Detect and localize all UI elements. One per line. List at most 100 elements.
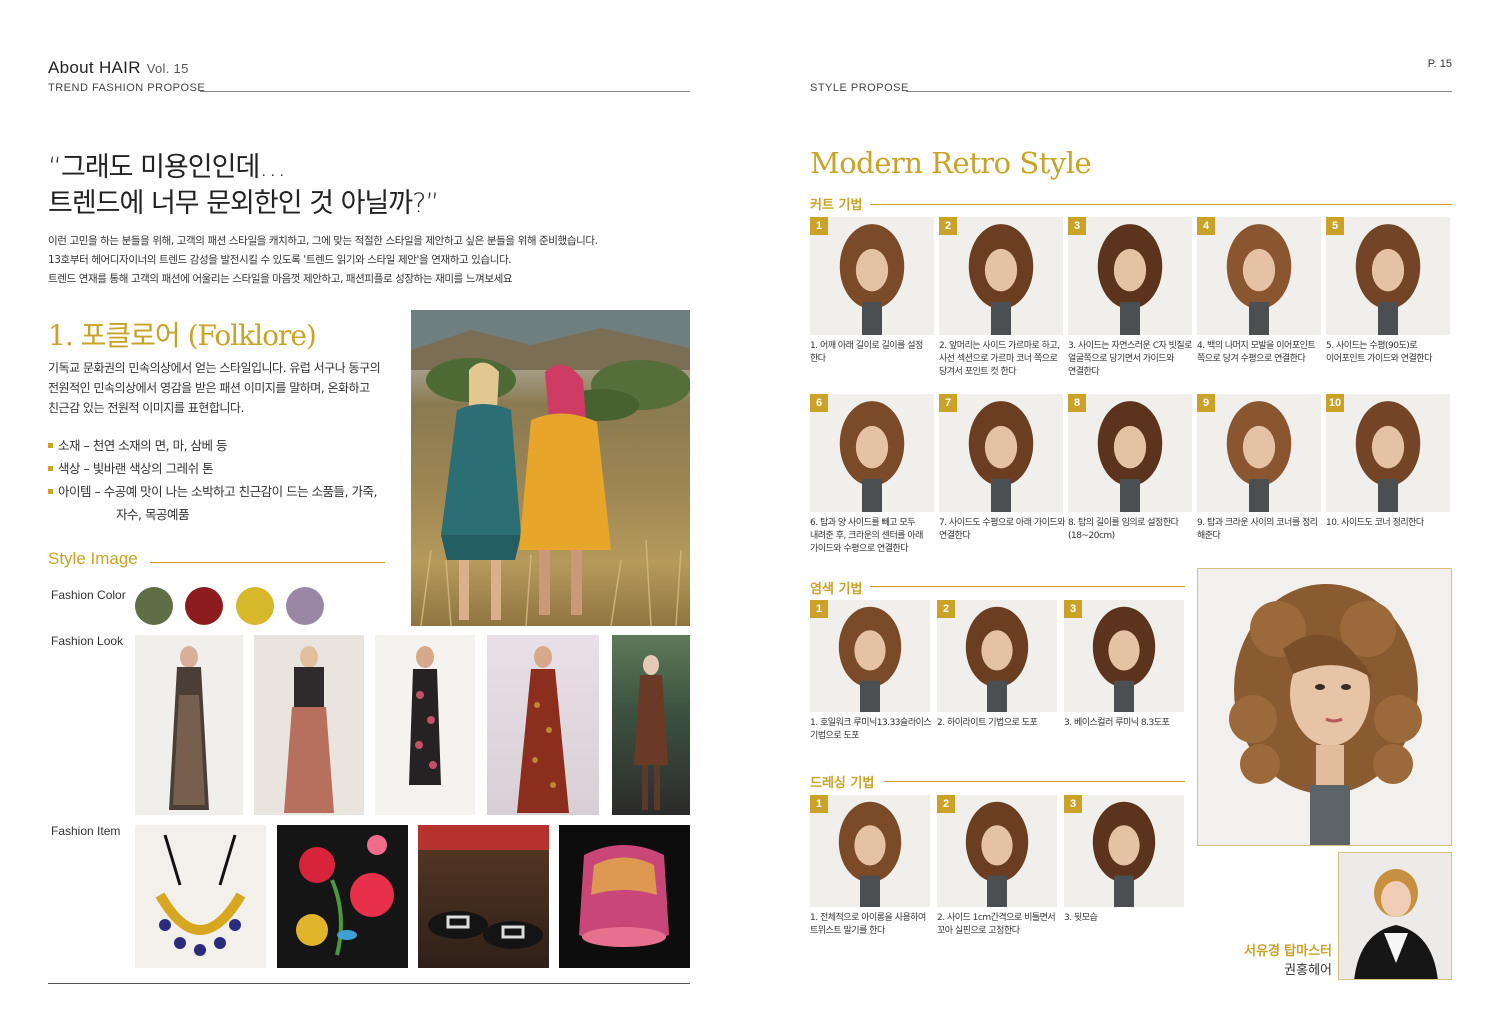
step-caption-line: 2. 사이드 1cm간격으로 비틀면서 [937,913,1056,923]
mannequin-illustration [1355,224,1421,335]
step-caption: 2. 하이라이트 기법으로 도포 [937,717,1063,730]
headline-line-1: “그래도 미용인인데… [48,152,286,183]
mannequin-illustration [838,606,902,712]
step-caption-line: 3. 뒷모습 [1064,913,1098,923]
step-number-badge: 1 [810,600,828,618]
step-number-badge: 5 [1326,217,1344,235]
step-number-badge: 1 [810,795,828,813]
step-caption-line: 2. 앞머리는 사이드 가르마로 하고, [939,341,1060,351]
step-caption-line: 기법으로 도포 [810,731,860,741]
step-photo: 7 [939,394,1063,512]
style-image-rule [150,562,385,563]
mannequin-illustration [965,606,1029,712]
step-caption: 6. 탑과 양 사이드를 빼고 모두 내려준 후, 크라운의 센터를 아래 가이드와… [810,517,940,556]
step-caption: 2. 앞머리는 사이드 가르마로 하고, 사선 섹션으로 가르마 코너 쪽으로 당겨… [939,340,1069,379]
step-caption-line: 6. 탑과 양 사이드를 빼고 모두 [810,518,915,528]
volume-label: Vol. 15 [146,61,189,76]
fashion-look-photo-3 [375,635,475,815]
color-swatch-olive [135,587,173,625]
look-1-figure [169,646,209,810]
step-photo: 10 [1326,394,1450,512]
left-section-label: TREND FASHION PROPOSE [48,82,206,94]
cut-technique-heading: 커트 기법 [810,198,863,213]
stylist-portrait [1338,852,1452,980]
headline-line-2: 트렌드에 너무 문외한인 것 아닐까?” [48,188,439,219]
cut-heading-rule [870,204,1452,205]
step-number-badge: 3 [1068,217,1086,235]
color-swatch-lavender [286,587,324,625]
list-item: 소재 – 천연 소재의 면, 마, 삼베 등 [48,434,398,457]
look-4-figure [517,646,569,813]
intro-line-3: 트렌드 연재를 통해 고객의 패션에 어울리는 스타일을 마음껏 제안하고, 패… [48,273,513,285]
step-caption-line: 해준다 [1197,531,1221,541]
list-item: 색상 – 빛바랜 색상의 그레쉬 톤 [48,457,398,480]
step-photo: 4 [1197,217,1321,335]
stylist-name: 서유경 [1244,944,1281,959]
step-caption: 3. 뒷모습 [1064,912,1190,925]
step-number-badge: 6 [810,394,828,412]
cuff-illustration [579,845,669,947]
step-caption: 1. 전체적으로 아이롱을 사용하여 트위스트 말기를 한다 [810,912,936,938]
right-section-label: STYLE PROPOSE [810,82,909,94]
stylist-salon: 권홍헤어 [1284,963,1332,978]
look-3-figure [409,646,441,785]
fashion-item-shoes [418,825,549,968]
necklace-illustration [155,834,246,956]
step-photo: 3 [1068,217,1192,335]
step-caption-line: 트위스트 말기를 한다 [810,926,885,936]
step-number-badge: 2 [937,795,955,813]
fashion-color-label: Fashion Color [51,588,126,602]
list-item: 아이템 – 수공예 맛이 나는 소박하고 친근감이 드는 소품들, 가죽, 자수,… [48,480,398,526]
fashion-item-cuff [559,825,690,968]
fashion-look-label: Fashion Look [51,634,124,648]
step-number-badge: 9 [1197,394,1215,412]
step-caption-line: 8. 탑의 길이를 임의로 설정한다 [1068,518,1179,528]
step-caption: 7. 사이드도 수평으로 아래 가이드와 연결한다 [939,517,1069,543]
fashion-look-photo-2 [254,635,364,815]
step-caption: 9. 탑과 크라운 사이의 코너를 정리 해준다 [1197,517,1327,543]
intro-line-2: 13호부터 헤어디자이너의 트렌드 감성을 발전시킬 수 있도록 '트렌드 읽기… [48,254,512,266]
step-caption-line: 10. 사이드도 코너 정리한다 [1326,518,1424,528]
fashion-item-label: Fashion Item [51,824,121,838]
fashion-item-necklace [135,825,266,968]
desc-line-3: 친근감 있는 전원적 이미지를 표현합니다. [48,401,244,415]
step-photo: 1 [810,600,930,712]
section-description: 기독교 문화권의 민속의상에서 얻는 스타일입니다. 유럽 서구나 동구의 전원… [48,358,398,418]
mannequin-illustration [968,401,1034,512]
fashion-look-photo-1 [135,635,243,815]
right-header-rule [906,91,1452,92]
intro-text: 이런 고민을 하는 분들을 위해, 고객의 패션 스타일을 캐치하고, 그에 맞… [48,232,598,289]
step-caption-line: 1. 어깨 아래 길이로 길이를 설정 [810,341,923,351]
step-caption: 10. 사이드도 코너 정리한다 [1326,517,1456,530]
feature-list: 소재 – 천연 소재의 면, 마, 삼베 등 색상 – 빛바랜 색상의 그레쉬 … [48,434,398,526]
step-caption-line: 이어포인트 가이드와 연결한다 [1326,354,1432,364]
stylist-credit: 서유경 탑마스터 권홍헤어 [1244,940,1332,978]
step-number-badge: 7 [939,394,957,412]
step-caption: 1. 호일워크 루미닉13.33슬라이스 기법으로 도포 [810,717,936,743]
step-caption-line: 꼬아 실핀으로 고정한다 [937,926,1020,936]
step-caption-line: 가이드와 수평으로 연결한다 [810,544,909,554]
color-swatch-mustard [236,587,274,625]
mannequin-illustration [1226,224,1292,335]
look-5-figure [634,655,668,810]
step-photo: 6 [810,394,934,512]
color-swatch-burgundy [185,587,223,625]
mannequin-illustration [1097,401,1163,512]
step-number-badge: 2 [937,600,955,618]
fashion-look-photo-4 [487,635,599,815]
step-photo: 2 [937,795,1057,907]
magazine-brand: About HAIR Vol. 15 [48,58,189,78]
step-photo: 3 [1064,795,1184,907]
step-caption-line: 2. 하이라이트 기법으로 도포 [937,718,1038,728]
step-number-badge: 1 [810,217,828,235]
step-caption: 4. 백의 나머지 모발을 이어포인트 쪽으로 당겨 수평으로 연결한다 [1197,340,1327,366]
mannequin-illustration [839,401,905,512]
bullet-3-line-1: 아이템 – 수공예 맛이 나는 소박하고 친근감이 드는 소품들, 가죽, [58,484,377,499]
step-photo: 1 [810,217,934,335]
bullet-3-line-2: 자수, 목공예품 [116,507,189,522]
hero-illustration [411,310,690,626]
step-caption: 5. 사이드는 수평(90도)로 이어포인트 가이드와 연결한다 [1326,340,1456,366]
mannequin-illustration [1355,401,1421,512]
look-2-figure [284,646,334,813]
step-caption-line: 3. 사이드는 자연스러운 C자 빗질로 [1068,341,1192,351]
